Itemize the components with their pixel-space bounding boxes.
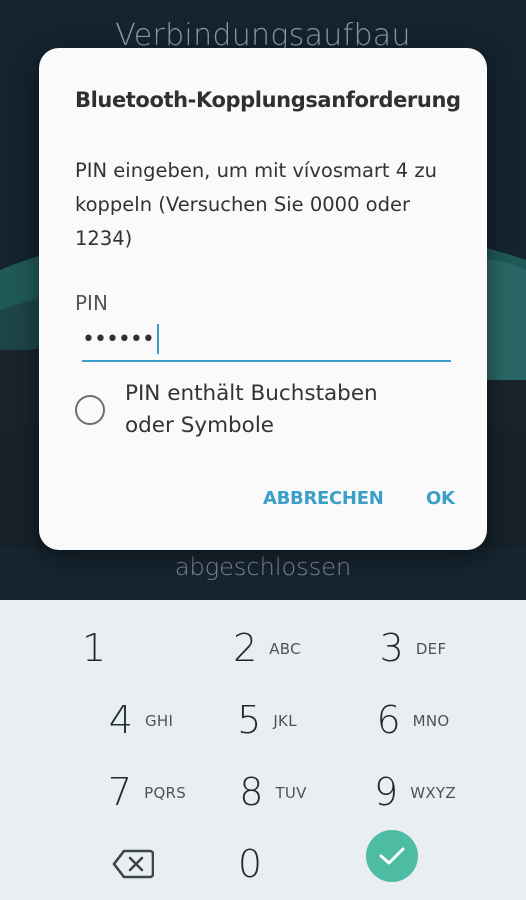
pin-input[interactable]: •••••• bbox=[82, 318, 451, 362]
letters-symbols-label: PIN enthält Buchstaben oder Symbole bbox=[125, 381, 378, 438]
key-3[interactable]: 3 DEF bbox=[348, 618, 478, 678]
key-letters: GHI bbox=[144, 712, 174, 730]
backspace-icon[interactable] bbox=[112, 848, 154, 880]
key-digit: 6 bbox=[376, 698, 401, 742]
dialog-title: Bluetooth-Kopplungsanforderung bbox=[75, 88, 461, 112]
key-6[interactable]: 6 MNO bbox=[348, 690, 478, 750]
pin-label: PIN bbox=[75, 291, 108, 315]
key-2[interactable]: 2 ABC bbox=[202, 618, 332, 678]
key-letters: JKL bbox=[273, 712, 297, 730]
key-letters: WXYZ bbox=[410, 784, 456, 802]
key-digit: 5 bbox=[237, 698, 262, 742]
letters-symbols-checkbox[interactable] bbox=[75, 395, 105, 425]
key-digit: 8 bbox=[239, 770, 264, 814]
key-letters: MNO bbox=[412, 712, 450, 730]
key-letters: PQRS bbox=[144, 784, 187, 802]
ok-button[interactable]: OK bbox=[426, 488, 455, 509]
key-digit: 9 bbox=[374, 770, 399, 814]
key-5[interactable]: 5 JKL bbox=[202, 690, 332, 750]
key-1[interactable]: 1 bbox=[55, 618, 185, 678]
cancel-button[interactable]: ABBRECHEN bbox=[263, 488, 384, 509]
key-letters: DEF bbox=[415, 640, 447, 658]
text-cursor bbox=[156, 324, 159, 354]
key-4[interactable]: 4 GHI bbox=[76, 690, 206, 750]
key-7[interactable]: 7 PQRS bbox=[82, 762, 212, 822]
key-0[interactable]: 0 bbox=[185, 834, 315, 894]
key-digit: 3 bbox=[379, 626, 404, 670]
key-9[interactable]: 9 WXYZ bbox=[350, 762, 480, 822]
letters-symbols-option[interactable]: PIN enthält Buchstaben oder Symbole bbox=[75, 378, 415, 442]
key-digit: 1 bbox=[81, 626, 107, 670]
done-button[interactable] bbox=[366, 830, 418, 882]
key-digit: 0 bbox=[237, 842, 263, 886]
checkmark-icon bbox=[379, 847, 405, 865]
pin-value: •••••• bbox=[82, 326, 155, 352]
key-digit: 4 bbox=[108, 698, 133, 742]
pairing-dialog: Bluetooth-Kopplungsanforderung PIN einge… bbox=[39, 48, 487, 550]
dialog-message: PIN eingeben, um mit vívosmart 4 zu kopp… bbox=[75, 159, 437, 250]
key-letters: ABC bbox=[269, 640, 301, 658]
key-letters: TUV bbox=[275, 784, 307, 802]
key-8[interactable]: 8 TUV bbox=[208, 762, 338, 822]
key-digit: 2 bbox=[233, 626, 258, 670]
key-digit: 7 bbox=[107, 770, 133, 814]
